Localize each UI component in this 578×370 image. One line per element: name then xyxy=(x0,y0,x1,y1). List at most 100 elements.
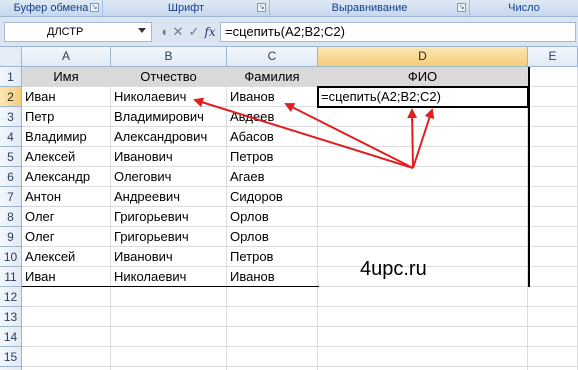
row-header-9[interactable]: 9 xyxy=(0,227,22,247)
cell-e9[interactable] xyxy=(528,227,578,247)
cell-c4[interactable]: Абасов xyxy=(227,127,318,147)
cell-e12[interactable] xyxy=(528,287,578,307)
cancel-icon[interactable]: ✕ xyxy=(170,22,186,42)
cell-e1[interactable] xyxy=(528,67,578,87)
cell-b6[interactable]: Олегович xyxy=(111,167,227,187)
cell-e5[interactable] xyxy=(528,147,578,167)
row-header-12[interactable]: 12 xyxy=(0,287,22,307)
row-header-15[interactable]: 15 xyxy=(0,347,22,367)
cell-d6[interactable] xyxy=(318,167,528,187)
column-header-d[interactable]: D xyxy=(318,47,528,67)
cell-b1[interactable]: Отчество xyxy=(111,67,227,87)
cell-d2[interactable]: =сцепить(A2;B2;C2) xyxy=(317,86,529,108)
row-header-8[interactable]: 8 xyxy=(0,207,22,227)
cell-e3[interactable] xyxy=(528,107,578,127)
row-header-4[interactable]: 4 xyxy=(0,127,22,147)
cell-b10[interactable]: Иванович xyxy=(111,247,227,267)
cell-b7[interactable]: Андреевич xyxy=(111,187,227,207)
cell-a12[interactable] xyxy=(22,287,111,307)
cell-a14[interactable] xyxy=(22,327,111,347)
cell-d8[interactable] xyxy=(318,207,528,227)
column-header-e[interactable]: E xyxy=(528,47,578,67)
cell-c13[interactable] xyxy=(227,307,318,327)
row-header-11[interactable]: 11 xyxy=(0,267,22,287)
cell-a6[interactable]: Александр xyxy=(22,167,111,187)
row-header-5[interactable]: 5 xyxy=(0,147,22,167)
cell-a7[interactable]: Антон xyxy=(22,187,111,207)
cell-b2[interactable]: Николаевич xyxy=(111,87,227,107)
cell-c3[interactable]: Авдеев xyxy=(227,107,318,127)
cell-e7[interactable] xyxy=(528,187,578,207)
cell-c1[interactable]: Фамилия xyxy=(227,67,318,87)
cell-b14[interactable] xyxy=(111,327,227,347)
cell-b11[interactable]: Николаевич xyxy=(111,267,227,287)
enter-icon[interactable]: ✓ xyxy=(186,22,202,42)
clipboard-dialog-launcher-icon[interactable]: ↘ xyxy=(90,3,99,12)
cell-d4[interactable] xyxy=(318,127,528,147)
cell-c14[interactable] xyxy=(227,327,318,347)
cell-e15[interactable] xyxy=(528,347,578,367)
cell-b5[interactable]: Иванович xyxy=(111,147,227,167)
cell-a3[interactable]: Петр xyxy=(22,107,111,127)
cell-e10[interactable] xyxy=(528,247,578,267)
cell-b8[interactable]: Григорьевич xyxy=(111,207,227,227)
row-header-3[interactable]: 3 xyxy=(0,107,22,127)
column-header-c[interactable]: C xyxy=(227,47,318,67)
cell-c10[interactable]: Петров xyxy=(227,247,318,267)
cell-c7[interactable]: Сидоров xyxy=(227,187,318,207)
column-header-b[interactable]: B xyxy=(111,47,227,67)
cell-e8[interactable] xyxy=(528,207,578,227)
cell-e11[interactable] xyxy=(528,267,578,287)
cell-c6[interactable]: Агаев xyxy=(227,167,318,187)
cell-c8[interactable]: Орлов xyxy=(227,207,318,227)
cell-c5[interactable]: Петров xyxy=(227,147,318,167)
select-all-corner[interactable] xyxy=(0,47,22,67)
cell-a1[interactable]: Имя xyxy=(22,67,111,87)
cell-e13[interactable] xyxy=(528,307,578,327)
name-box[interactable]: ДЛСТР xyxy=(4,22,152,42)
font-dialog-launcher-icon[interactable]: ↘ xyxy=(257,3,266,12)
cell-b9[interactable]: Григорьевич xyxy=(111,227,227,247)
row-header-2[interactable]: 2 xyxy=(0,87,22,107)
cell-d9[interactable] xyxy=(318,227,528,247)
cell-a13[interactable] xyxy=(22,307,111,327)
cell-a15[interactable] xyxy=(22,347,111,367)
cell-d7[interactable] xyxy=(318,187,528,207)
cell-c11[interactable]: Иванов xyxy=(227,267,318,287)
cell-a10[interactable]: Алексей xyxy=(22,247,111,267)
insert-function-icon[interactable]: fx xyxy=(202,22,218,42)
row-header-1[interactable]: 1 xyxy=(0,67,22,87)
row-header-7[interactable]: 7 xyxy=(0,187,22,207)
cell-d3[interactable] xyxy=(318,107,528,127)
formula-input[interactable]: =сцепить(A2;B2;C2) xyxy=(220,22,576,42)
column-header-a[interactable]: A xyxy=(22,47,111,67)
row-header-10[interactable]: 10 xyxy=(0,247,22,267)
cell-a8[interactable]: Олег xyxy=(22,207,111,227)
cell-a11[interactable]: Иван xyxy=(22,267,111,287)
cell-e6[interactable] xyxy=(528,167,578,187)
cell-d1[interactable]: ФИО xyxy=(318,67,528,87)
cell-d14[interactable] xyxy=(318,327,528,347)
cell-d13[interactable] xyxy=(318,307,528,327)
cell-d5[interactable] xyxy=(318,147,528,167)
cell-c15[interactable] xyxy=(227,347,318,367)
row-header-6[interactable]: 6 xyxy=(0,167,22,187)
cell-a5[interactable]: Алексей xyxy=(22,147,111,167)
cell-c12[interactable] xyxy=(227,287,318,307)
cell-a2[interactable]: Иван xyxy=(22,87,111,107)
cell-b4[interactable]: Александрович xyxy=(111,127,227,147)
alignment-dialog-launcher-icon[interactable]: ↘ xyxy=(457,3,466,12)
row-header-13[interactable]: 13 xyxy=(0,307,22,327)
cell-c9[interactable]: Орлов xyxy=(227,227,318,247)
cell-b13[interactable] xyxy=(111,307,227,327)
cell-e4[interactable] xyxy=(528,127,578,147)
row-header-14[interactable]: 14 xyxy=(0,327,22,347)
cell-c2[interactable]: Иванов xyxy=(227,87,318,107)
cell-d12[interactable] xyxy=(318,287,528,307)
cell-e14[interactable] xyxy=(528,327,578,347)
cell-e2[interactable] xyxy=(528,87,578,107)
cell-b15[interactable] xyxy=(111,347,227,367)
cell-b12[interactable] xyxy=(111,287,227,307)
chevron-down-icon[interactable] xyxy=(138,28,146,33)
cell-a4[interactable]: Владимир xyxy=(22,127,111,147)
